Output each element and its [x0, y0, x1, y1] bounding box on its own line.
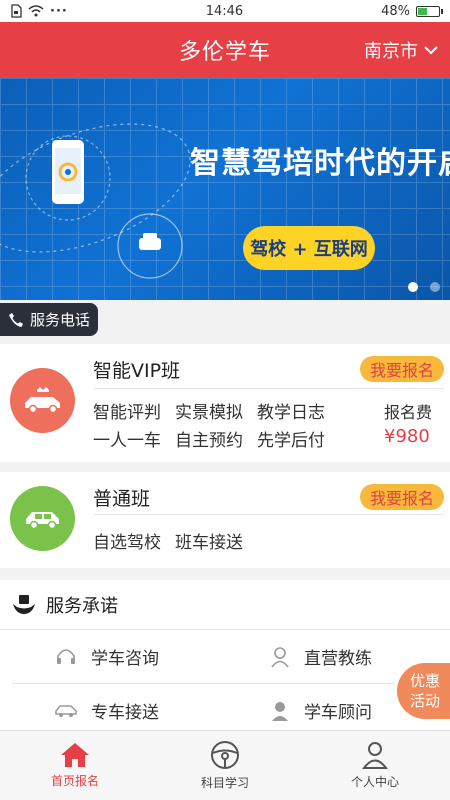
wifi-icon	[28, 5, 44, 17]
course-name: 智能VIP班	[93, 360, 181, 382]
tab-study[interactable]: 科目学习	[150, 731, 300, 800]
feature-tag: 智能评判	[93, 403, 161, 423]
fee-price: ¥980	[384, 426, 430, 447]
feature-tag: 班车接送	[175, 533, 243, 553]
promise-item: 直营教练	[270, 644, 372, 669]
course-card-vip[interactable]: 智能VIP班 我要报名 智能评判 实景模拟 教学日志 一人一车 自主预约 先学后…	[0, 344, 450, 462]
feature-tag: 实景模拟	[175, 403, 243, 423]
promise-item-label: 学车顾问	[304, 703, 372, 723]
banner-headline: 智慧驾培时代的开启	[190, 146, 450, 181]
tab-label: 个人中心	[350, 775, 399, 789]
status-right: 48%	[381, 3, 443, 19]
divider	[0, 629, 450, 630]
feature-tag: 自选驾校	[93, 533, 161, 553]
battery-percent: 48%	[381, 3, 410, 19]
fee-label: 报名费	[384, 403, 433, 422]
promise-header: 服务承诺	[12, 592, 118, 618]
tab-profile[interactable]: 个人中心	[300, 731, 450, 800]
feature-tag: 先学后付	[257, 431, 325, 451]
service-promise-section: 服务承诺 学车咨询 直营教练 专车接送 学车顾问	[0, 580, 450, 730]
advisor-icon	[272, 701, 288, 721]
enroll-button[interactable]: 我要报名	[359, 484, 444, 510]
vip-car-icon	[24, 386, 60, 413]
car-outline-icon	[55, 704, 77, 717]
promise-item-label: 直营教练	[304, 649, 372, 669]
home-icon	[61, 743, 89, 767]
city-label: 南京市	[364, 41, 418, 62]
tab-label: 科目学习	[200, 776, 249, 790]
service-phone-label: 服务电话	[30, 311, 91, 329]
course-name: 普通班	[93, 488, 151, 510]
service-phone-button[interactable]: 服务电话	[0, 303, 99, 336]
promise-item: 学车咨询	[55, 644, 159, 669]
promise-hands-icon	[13, 595, 35, 614]
promise-item: 学车顾问	[270, 698, 372, 723]
promise-item: 专车接送	[55, 698, 159, 723]
vip-car-avatar	[10, 368, 75, 433]
divider	[93, 514, 444, 515]
status-left: ···	[10, 4, 68, 19]
banner-illustration	[0, 123, 191, 279]
carousel-dots	[408, 282, 440, 292]
chevron-down-icon	[424, 46, 438, 55]
promo-banner[interactable]: 智慧驾培时代的开启 驾校 + 互联网	[0, 78, 450, 300]
battery-icon	[415, 5, 443, 17]
phone-icon	[9, 312, 23, 327]
more-dots-icon: ···	[50, 3, 68, 19]
steering-wheel-icon	[211, 741, 239, 769]
enroll-button[interactable]: 我要报名	[359, 356, 444, 382]
banner-pill: 驾校 + 互联网	[243, 226, 375, 270]
promo-activity-button[interactable]: 优惠 活动	[397, 663, 450, 719]
tab-label: 首页报名	[50, 774, 99, 788]
feature-tag: 教学日志	[257, 403, 325, 423]
battery-fill	[417, 7, 428, 15]
coach-icon	[271, 646, 289, 667]
city-selector[interactable]: 南京市	[364, 22, 438, 78]
promise-item-label: 学车咨询	[91, 649, 159, 669]
regular-car-avatar	[10, 486, 75, 551]
car-icon	[25, 511, 59, 529]
feature-tag: 自主预约	[175, 431, 243, 451]
status-time: 14:46	[205, 3, 244, 19]
carousel-dot-2[interactable]	[430, 282, 440, 292]
app-header: 多伦学车 南京市	[0, 22, 450, 78]
course-card-regular[interactable]: 普通班 我要报名 自选驾校 班车接送	[0, 472, 450, 568]
tab-home[interactable]: 首页报名	[0, 731, 150, 800]
page-title: 多伦学车	[178, 40, 271, 65]
feature-tag: 一人一车	[93, 431, 161, 451]
divider	[12, 683, 395, 684]
headset-icon	[57, 648, 75, 664]
carousel-dot-1[interactable]	[408, 282, 418, 292]
status-bar: ··· 14:46 48%	[0, 0, 450, 22]
user-icon	[362, 742, 388, 769]
bottom-tab-bar: 首页报名 科目学习 个人中心	[0, 730, 450, 800]
promise-title: 服务承诺	[46, 596, 118, 617]
promise-item-label: 专车接送	[91, 703, 159, 723]
sim-icon	[11, 4, 22, 18]
divider	[93, 388, 444, 389]
